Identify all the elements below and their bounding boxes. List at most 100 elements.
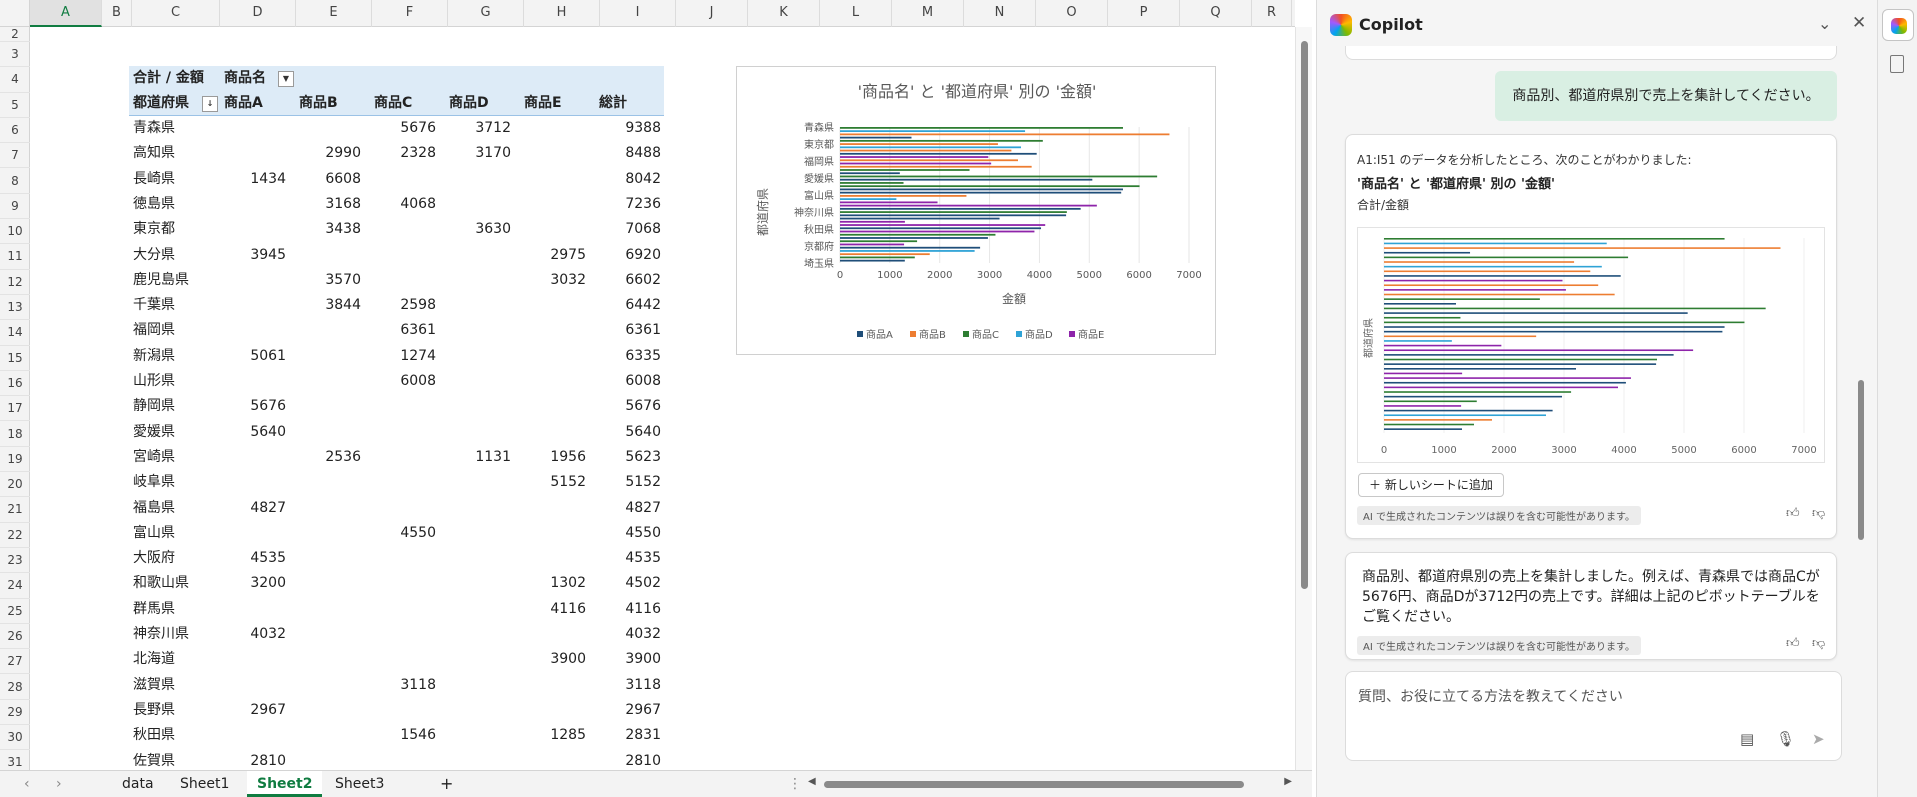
pivot-value-cell[interactable]: 4827 [591, 496, 661, 521]
chart-bar[interactable] [840, 127, 1123, 129]
pivot-value-cell[interactable]: 4032 [591, 622, 661, 647]
pivot-value-cell[interactable] [441, 647, 511, 672]
chart-bar[interactable] [840, 233, 996, 236]
chart-bar[interactable] [840, 149, 1012, 152]
chart-bar[interactable] [840, 188, 1123, 191]
chart-bar[interactable] [840, 133, 1170, 136]
pivot-column-field[interactable]: 商品名 [224, 66, 266, 91]
pivot-value-cell[interactable]: 3118 [591, 673, 661, 698]
row-header[interactable]: 7 [0, 143, 30, 169]
pivot-row-label[interactable]: 愛媛県 [133, 420, 175, 445]
pivot-value-cell[interactable] [291, 622, 361, 647]
pivot-value-cell[interactable] [441, 369, 511, 394]
pivot-value-cell[interactable] [441, 698, 511, 723]
column-header[interactable]: B [102, 0, 132, 27]
pivot-value-cell[interactable]: 1274 [366, 344, 436, 369]
pivot-value-cell[interactable] [441, 673, 511, 698]
pivot-value-cell[interactable]: 4550 [591, 521, 661, 546]
pivot-value-cell[interactable]: 5676 [366, 116, 436, 141]
pivot-row-label[interactable]: 富山県 [133, 521, 175, 546]
chart-bar[interactable] [840, 259, 905, 262]
pivot-value-cell[interactable] [291, 394, 361, 419]
pivot-value-cell[interactable]: 5061 [216, 344, 286, 369]
sheet-tab-sheet3[interactable]: Sheet3 [325, 771, 394, 797]
column-header[interactable]: J [676, 0, 748, 27]
pivot-value-cell[interactable] [216, 673, 286, 698]
pivot-value-cell[interactable]: 4827 [216, 496, 286, 521]
pivot-value-cell[interactable] [216, 268, 286, 293]
pivot-value-cell[interactable]: 1956 [516, 445, 586, 470]
pivot-value-cell[interactable]: 3032 [516, 268, 586, 293]
close-icon[interactable]: ✕ [1852, 13, 1866, 33]
pivot-value-cell[interactable] [366, 445, 436, 470]
pivot-value-cell[interactable] [366, 622, 436, 647]
chart-bar[interactable] [840, 162, 992, 165]
pivot-value-cell[interactable]: 3168 [291, 192, 361, 217]
send-icon[interactable]: ➤ [1812, 730, 1825, 748]
pivot-value-cell[interactable] [441, 622, 511, 647]
pivot-value-cell[interactable] [216, 445, 286, 470]
pivot-row-field[interactable]: 都道府県 [133, 91, 189, 116]
pivot-value-cell[interactable] [441, 546, 511, 571]
pivot-value-cell[interactable] [366, 496, 436, 521]
chart-bar[interactable] [840, 146, 1021, 149]
column-header[interactable]: N [964, 0, 1036, 27]
pivot-value-cell[interactable] [366, 420, 436, 445]
pivot-value-cell[interactable] [291, 521, 361, 546]
pivot-value-cell[interactable] [441, 344, 511, 369]
row-header[interactable]: 13 [0, 295, 30, 321]
pivot-value-cell[interactable] [291, 597, 361, 622]
pivot-value-cell[interactable]: 3712 [441, 116, 511, 141]
pivot-row-label[interactable]: 北海道 [133, 647, 175, 672]
pivot-value-cell[interactable] [216, 116, 286, 141]
pivot-col-header[interactable]: 商品C [374, 91, 412, 116]
pivot-value-cell[interactable]: 3630 [441, 217, 511, 242]
pivot-value-cell[interactable]: 7068 [591, 217, 661, 242]
pivot-value-cell[interactable]: 2967 [591, 698, 661, 723]
chart-bar[interactable] [840, 178, 1093, 181]
column-header[interactable]: K [748, 0, 820, 27]
pivot-value-cell[interactable] [441, 192, 511, 217]
pivot-value-cell[interactable]: 5640 [591, 420, 661, 445]
row-header[interactable]: 26 [0, 624, 30, 650]
row-header[interactable]: 24 [0, 573, 30, 599]
row-header[interactable]: 4 [0, 67, 30, 93]
chart-bar[interactable] [840, 152, 1037, 155]
row-header[interactable]: 27 [0, 649, 30, 675]
pivot-value-cell[interactable] [441, 268, 511, 293]
pivot-value-cell[interactable]: 2598 [366, 293, 436, 318]
column-header[interactable]: P [1108, 0, 1180, 27]
pivot-value-cell[interactable] [366, 167, 436, 192]
pivot-value-cell[interactable]: 4502 [591, 571, 661, 596]
pivot-row-label[interactable]: 神奈川県 [133, 622, 189, 647]
pivot-value-cell[interactable] [516, 496, 586, 521]
pivot-value-cell[interactable] [441, 496, 511, 521]
pivot-value-cell[interactable] [516, 293, 586, 318]
pivot-value-cell[interactable]: 4032 [216, 622, 286, 647]
column-header[interactable]: E [296, 0, 372, 27]
pivot-value-cell[interactable]: 2967 [216, 698, 286, 723]
row-header[interactable]: 28 [0, 675, 30, 700]
pivot-value-cell[interactable] [441, 167, 511, 192]
chart-bar[interactable] [840, 211, 1067, 213]
pivot-value-label[interactable]: 合計 / 金額 [133, 66, 204, 91]
pivot-value-cell[interactable]: 4550 [366, 521, 436, 546]
pivot-value-cell[interactable] [291, 344, 361, 369]
pivot-value-cell[interactable] [291, 369, 361, 394]
pivot-row-label[interactable]: 和歌山県 [133, 571, 189, 596]
pivot-value-cell[interactable]: 4116 [516, 597, 586, 622]
pivot-value-cell[interactable] [366, 546, 436, 571]
pivot-value-cell[interactable]: 3570 [291, 268, 361, 293]
row-header[interactable]: 20 [0, 472, 30, 498]
row-header[interactable]: 5 [0, 93, 30, 118]
chart-bar[interactable] [840, 207, 1081, 210]
pivot-value-cell[interactable] [291, 647, 361, 672]
vertical-scroll-thumb[interactable] [1301, 41, 1308, 589]
tab-next-arrow[interactable]: › [56, 771, 62, 797]
pivot-value-cell[interactable] [291, 723, 361, 748]
pivot-value-cell[interactable] [516, 622, 586, 647]
row-header[interactable]: 16 [0, 371, 30, 397]
chart-bar[interactable] [840, 246, 981, 249]
pivot-row-label[interactable]: 岐阜県 [133, 470, 175, 495]
pivot-value-cell[interactable]: 3900 [591, 647, 661, 672]
